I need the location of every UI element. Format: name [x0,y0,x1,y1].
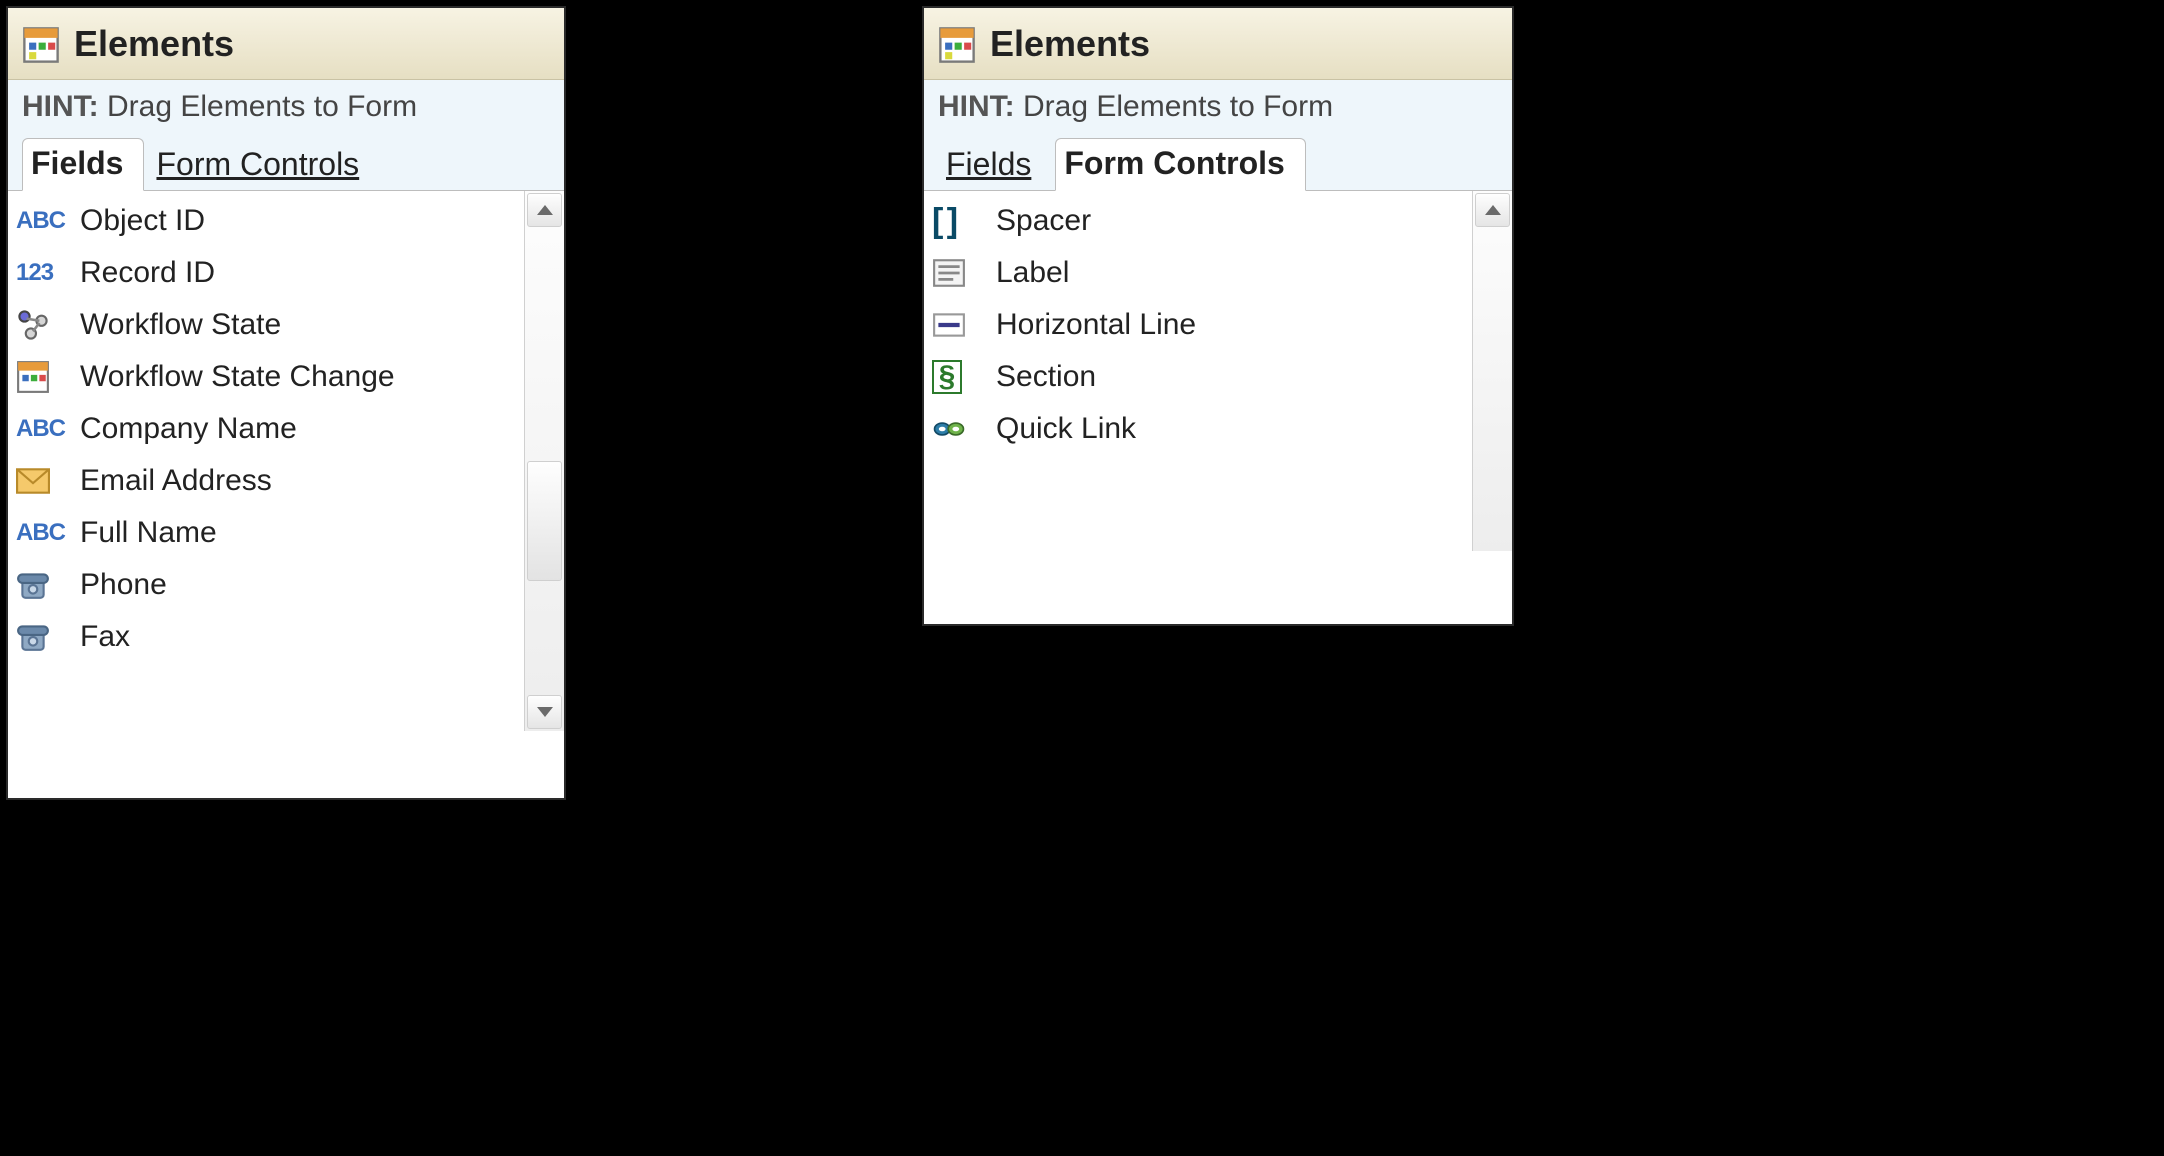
field-item-record-id[interactable]: 123 Record ID [16,247,520,299]
tab-fields[interactable]: Fields [22,138,144,191]
hint-label: HINT: [22,90,99,123]
elements-list: [ ] Spacer Label [924,191,1470,459]
section-icon: § [932,357,984,397]
link-icon [932,409,984,449]
field-label: Company Name [80,412,520,446]
panel-header: Elements [8,8,564,80]
field-label: Record ID [80,256,520,290]
tab-strip: Fields Form Controls [924,136,1512,191]
field-label: Email Address [80,464,520,498]
tab-strip: Fields Form Controls [8,136,564,191]
control-item-spacer[interactable]: [ ] Spacer [932,195,1468,247]
workflow-icon [16,305,68,345]
panel-title: Elements [990,23,1150,65]
control-label: Section [996,360,1468,394]
field-label: Object ID [80,204,520,238]
text-field-icon: ABC [16,409,68,449]
field-label: Workflow State [80,308,520,342]
label-icon [932,253,984,293]
elements-list: ABC Object ID 123 Record ID Workflo [8,191,522,667]
control-label: Label [996,256,1468,290]
scroll-up-button[interactable] [527,193,562,227]
scrollbar[interactable] [1472,191,1512,551]
field-item-fax[interactable]: Fax [16,611,520,663]
spacer-icon: [ ] [932,201,984,241]
scroll-thumb[interactable] [527,461,562,581]
panel-title: Elements [74,23,234,65]
field-item-full-name[interactable]: ABC Full Name [16,507,520,559]
text-field-icon: ABC [16,201,68,241]
field-item-workflow-state-change[interactable]: Workflow State Change [16,351,520,403]
hint-label: HINT: [938,90,1015,123]
panel-header: Elements [924,8,1512,80]
elements-list-container: [ ] Spacer Label [924,191,1512,551]
scrollbar[interactable] [524,191,564,731]
field-item-email-address[interactable]: Email Address [16,455,520,507]
control-item-section[interactable]: § Section [932,351,1468,403]
control-item-label[interactable]: Label [932,247,1468,299]
tab-form-controls[interactable]: Form Controls [1055,138,1305,191]
hint-text: HINT: Drag Elements to Form [8,80,564,136]
email-icon [16,461,68,501]
control-item-horizontal-line[interactable]: Horizontal Line [932,299,1468,351]
field-label: Phone [80,568,520,602]
control-label: Horizontal Line [996,308,1468,342]
calendar-grid-icon [22,26,58,62]
field-item-company-name[interactable]: ABC Company Name [16,403,520,455]
control-label: Spacer [996,204,1468,238]
horizontal-line-icon [932,305,984,345]
hint-body: Drag Elements to Form [107,90,417,123]
calendar-grid-icon [16,357,68,397]
field-label: Fax [80,620,520,654]
calendar-grid-icon [938,26,974,62]
arrow-up-icon [1485,205,1501,215]
phone-icon [16,565,68,605]
field-item-phone[interactable]: Phone [16,559,520,611]
elements-list-container: ABC Object ID 123 Record ID Workflo [8,191,564,731]
field-label: Full Name [80,516,520,550]
arrow-down-icon [537,707,553,717]
hint-text: HINT: Drag Elements to Form [924,80,1512,136]
text-field-icon: ABC [16,513,68,553]
field-item-workflow-state[interactable]: Workflow State [16,299,520,351]
field-label: Workflow State Change [80,360,520,394]
field-item-object-id[interactable]: ABC Object ID [16,195,520,247]
control-label: Quick Link [996,412,1468,446]
elements-panel-fields: Elements HINT: Drag Elements to Form Fie… [6,6,566,800]
number-field-icon: 123 [16,253,68,293]
arrow-up-icon [537,205,553,215]
tab-form-controls[interactable]: Form Controls [148,140,379,191]
phone-icon [16,617,68,657]
hint-body: Drag Elements to Form [1023,90,1333,123]
scroll-up-button[interactable] [1475,193,1510,227]
scroll-down-button[interactable] [527,695,562,729]
tab-fields[interactable]: Fields [938,140,1051,191]
control-item-quick-link[interactable]: Quick Link [932,403,1468,455]
elements-panel-form-controls: Elements HINT: Drag Elements to Form Fie… [922,6,1514,626]
